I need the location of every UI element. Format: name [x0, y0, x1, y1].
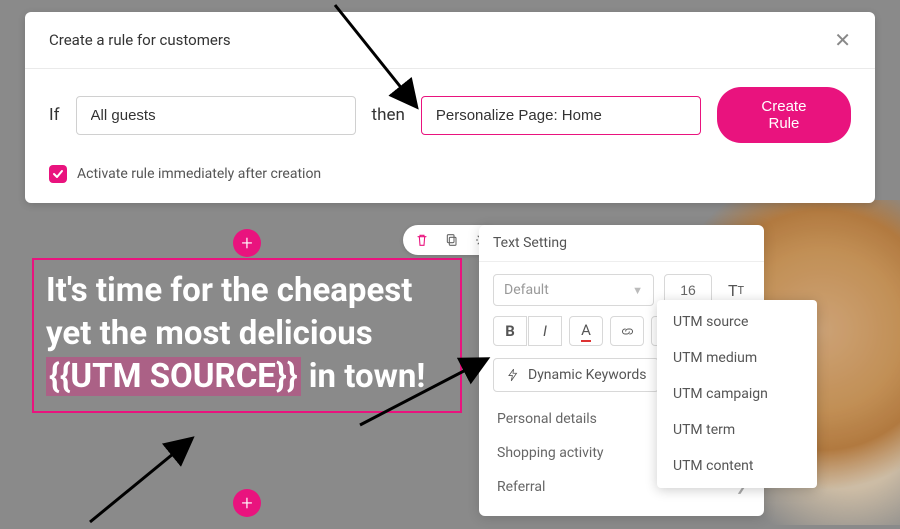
font-family-select[interactable]: Default ▼	[493, 274, 654, 306]
heading-post: in town!	[301, 357, 426, 396]
rule-panel-body: If then Create Rule Activate rule immedi…	[25, 69, 875, 203]
dynamic-keywords-label: Dynamic Keywords	[528, 367, 646, 383]
bold-button[interactable]: B	[493, 316, 527, 346]
utm-campaign-option[interactable]: UTM campaign	[657, 376, 817, 412]
italic-button[interactable]: I	[528, 316, 562, 346]
font-family-value: Default	[504, 282, 549, 298]
heading-pre: It's time for the cheapest yet the most …	[46, 271, 412, 353]
category-label: Personal details	[497, 411, 597, 427]
rule-condition-row: If then Create Rule	[49, 87, 851, 143]
rule-creation-panel: Create a rule for customers ✕ If then Cr…	[25, 12, 875, 203]
utm-source-token[interactable]: {{UTM SOURCE}}	[46, 357, 301, 396]
editable-heading-block[interactable]: It's time for the cheapest yet the most …	[32, 258, 462, 413]
dynamic-keywords-button[interactable]: Dynamic Keywords	[493, 358, 659, 392]
rule-panel-header: Create a rule for customers ✕	[25, 12, 875, 69]
add-block-above-button[interactable]: +	[233, 229, 261, 257]
then-action-input[interactable]	[421, 96, 701, 135]
utm-term-option[interactable]: UTM term	[657, 412, 817, 448]
utm-submenu: UTM source UTM medium UTM campaign UTM t…	[657, 300, 817, 488]
activate-row: Activate rule immediately after creation	[49, 165, 851, 183]
utm-content-option[interactable]: UTM content	[657, 448, 817, 484]
text-setting-title: Text Setting	[479, 225, 764, 262]
duplicate-icon[interactable]	[443, 231, 461, 249]
rule-panel-title: Create a rule for customers	[49, 31, 231, 49]
if-label: If	[49, 105, 60, 125]
lightning-icon	[506, 368, 520, 382]
then-label: then	[372, 105, 405, 125]
close-icon[interactable]: ✕	[834, 30, 851, 50]
heading-text: It's time for the cheapest yet the most …	[46, 270, 448, 399]
create-rule-button[interactable]: Create Rule	[717, 87, 851, 143]
annotation-arrow	[85, 430, 205, 525]
delete-icon[interactable]	[413, 231, 431, 249]
activate-label: Activate rule immediately after creation	[77, 166, 321, 182]
link-button[interactable]	[610, 316, 644, 346]
activate-checkbox[interactable]	[49, 165, 67, 183]
text-color-button[interactable]: A	[569, 316, 603, 346]
if-condition-input[interactable]	[76, 96, 356, 135]
chevron-down-icon: ▼	[632, 284, 643, 297]
category-label: Shopping activity	[497, 445, 604, 461]
utm-medium-option[interactable]: UTM medium	[657, 340, 817, 376]
category-label: Referral	[497, 479, 545, 495]
utm-source-option[interactable]: UTM source	[657, 304, 817, 340]
add-block-below-button[interactable]: +	[233, 489, 261, 517]
